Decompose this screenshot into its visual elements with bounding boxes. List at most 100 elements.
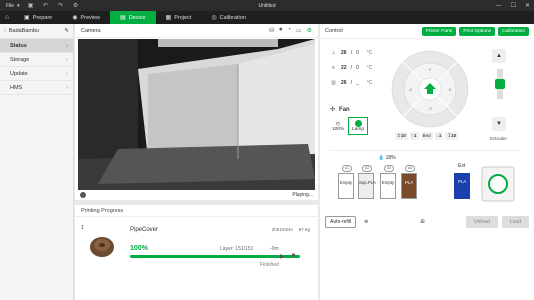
ams-slot-4[interactable]: A4 PLA (401, 165, 417, 199)
calibration-button[interactable]: Calibration (498, 26, 529, 36)
speed-value: 100% (332, 127, 345, 132)
bed-up-1-button[interactable]: ↑1 (409, 132, 419, 140)
eye-icon: ◉ (72, 15, 78, 21)
tab-project[interactable]: ▦ Project (156, 11, 202, 24)
chevron-down-icon: ▾ (17, 2, 20, 9)
job-name: PipeCover (130, 227, 159, 233)
temp-unit: °C (366, 49, 373, 56)
unload-button[interactable]: Unload (466, 216, 498, 228)
load-button[interactable]: Load (501, 216, 529, 228)
dpad-down-label: -Y (428, 106, 432, 111)
settings-icon[interactable]: ⚙ (72, 2, 80, 10)
settings-icon[interactable]: ⚙ (307, 27, 312, 34)
sidebar-item-label: Storage (10, 56, 30, 63)
extrude-up-button[interactable]: ▲ (492, 49, 506, 63)
bed-down-1-button[interactable]: ↓1 (434, 132, 444, 140)
chevron-right-icon: › (66, 70, 68, 77)
slot-label: Empty (381, 180, 395, 185)
camera-switch-icon[interactable]: ⛁ (269, 27, 274, 34)
progress-title: Printing Progress (75, 205, 318, 217)
title-bar: File ▾ ▣ ↶ ↷ ⚙ Untitled — ☐ ✕ (0, 0, 534, 11)
auto-refill-button[interactable]: Auto-refill (325, 216, 357, 228)
control-panel: Control Printer Parts Print Options Cali… (320, 24, 534, 300)
nozzle-icon: ⊥ (331, 49, 336, 56)
fan-label: Fan (339, 106, 350, 113)
step-label: 10 (451, 133, 457, 138)
tab-device[interactable]: ▤ Device (110, 11, 156, 24)
camera-title: Camera (81, 27, 101, 34)
xy-jog-pad[interactable]: Y -Y -X X (390, 49, 470, 129)
slot-id: A3 (384, 165, 394, 172)
nozzle-temp[interactable]: ⊥ 26/0 °C (330, 46, 390, 59)
camera-feed (78, 39, 315, 190)
ams-slot-3[interactable]: A3 Empty (380, 165, 396, 199)
bed-temp[interactable]: ≡ 22/0 °C (330, 61, 390, 74)
dpad-right-label: X (449, 87, 452, 92)
tab-calibration[interactable]: ◎ Calibration (201, 11, 256, 24)
sidebar-item-label: Update (10, 70, 28, 77)
edit-icon[interactable]: ✎ (64, 28, 69, 34)
ams-slot-2[interactable]: A2 Sup.PLA (358, 165, 376, 199)
camera-icon[interactable]: ▭ (296, 27, 302, 34)
progress-bar-fill (130, 255, 300, 258)
layer-count: Layer: 151/151 (220, 246, 254, 252)
timelapse-icon[interactable]: ◔ (287, 27, 291, 34)
sidebar-item-update[interactable]: Update › (0, 67, 73, 81)
stop-icon[interactable]: ■ (292, 253, 296, 260)
temp-unit: °C (366, 79, 373, 86)
printing-progress-panel: Printing Progress 1 PipeCover 2h51m54s 9… (75, 205, 318, 300)
help-icon[interactable]: ⊚ (364, 219, 368, 225)
temp-sep: / (350, 64, 352, 71)
cube-icon: ▣ (24, 15, 30, 21)
step-label: 10 (400, 133, 406, 138)
sidebar-item-storage[interactable]: Storage › (0, 53, 73, 67)
printer-selector[interactable]: ‹ BadaBambu ✎ (0, 24, 73, 39)
model-thumbnail (90, 237, 114, 257)
bed-up-10-button[interactable]: ↥10 (395, 132, 408, 140)
project-icon: ▦ (165, 15, 172, 21)
redo-icon[interactable]: ↷ (57, 2, 65, 10)
tab-label: Device (128, 14, 146, 21)
bed-icon: ≡ (332, 64, 335, 71)
extrude-down-button[interactable]: ▼ (492, 117, 506, 131)
home-icon[interactable]: ⌂ (0, 11, 14, 24)
chamber-temp[interactable]: ▥ 26/_ °C (330, 76, 390, 89)
dpad-left-label: -X (408, 87, 412, 92)
close-icon[interactable]: ✕ (525, 2, 530, 9)
minimize-icon[interactable]: — (496, 3, 502, 9)
undo-icon[interactable]: ↶ (42, 2, 50, 10)
lamp-icon (355, 120, 362, 127)
maximize-icon[interactable]: ☐ (511, 2, 516, 9)
sidebar-item-status[interactable]: Status › (0, 39, 73, 53)
temp-current: 26 (341, 79, 347, 86)
device-icon: ▤ (120, 15, 126, 21)
lamp-toggle[interactable]: Lamp (348, 117, 368, 135)
fan-control[interactable]: ✣ Fan (330, 106, 350, 114)
extruder-label: Extruder (490, 136, 508, 141)
step-label: 1 (414, 133, 417, 138)
print-options-button[interactable]: Print Options (459, 26, 496, 36)
chamber-icon: ▥ (331, 79, 336, 86)
save-icon[interactable]: ▣ (27, 2, 35, 10)
record-indicator-icon[interactable] (80, 192, 86, 198)
chevron-right-icon: › (66, 56, 68, 63)
play-icon[interactable]: ▶ (280, 253, 285, 260)
bed-down-10-button[interactable]: ↧10 (445, 132, 459, 140)
printer-name: BadaBambu (8, 28, 40, 34)
external-spool-slot[interactable]: PLA (454, 173, 470, 199)
speed-control[interactable]: ◴ 100% (332, 122, 344, 132)
tab-preview[interactable]: ◉ Preview (62, 11, 110, 24)
printer-parts-button[interactable]: Printer Parts (421, 26, 457, 36)
sidebar-item-hms[interactable]: HMS › (0, 81, 73, 95)
sidebar-item-label: HMS (10, 84, 23, 91)
video-icon[interactable]: ⏺ (279, 27, 282, 34)
file-menu[interactable]: File ▾ (6, 3, 20, 9)
tab-prepare[interactable]: ▣ Prepare (14, 11, 62, 24)
ams-sync-icon: ⊞ (420, 219, 425, 225)
ams-slot-1[interactable]: A1 Empty (338, 165, 354, 199)
time-remaining: -0m (270, 246, 279, 252)
temp-current: 22 (341, 64, 347, 71)
extruder-graphic (495, 69, 505, 99)
camera-panel: Camera ⛁ ⏺ ◔ ▭ ⚙ Playing... (75, 24, 318, 200)
temp-current: 26 (341, 49, 347, 56)
